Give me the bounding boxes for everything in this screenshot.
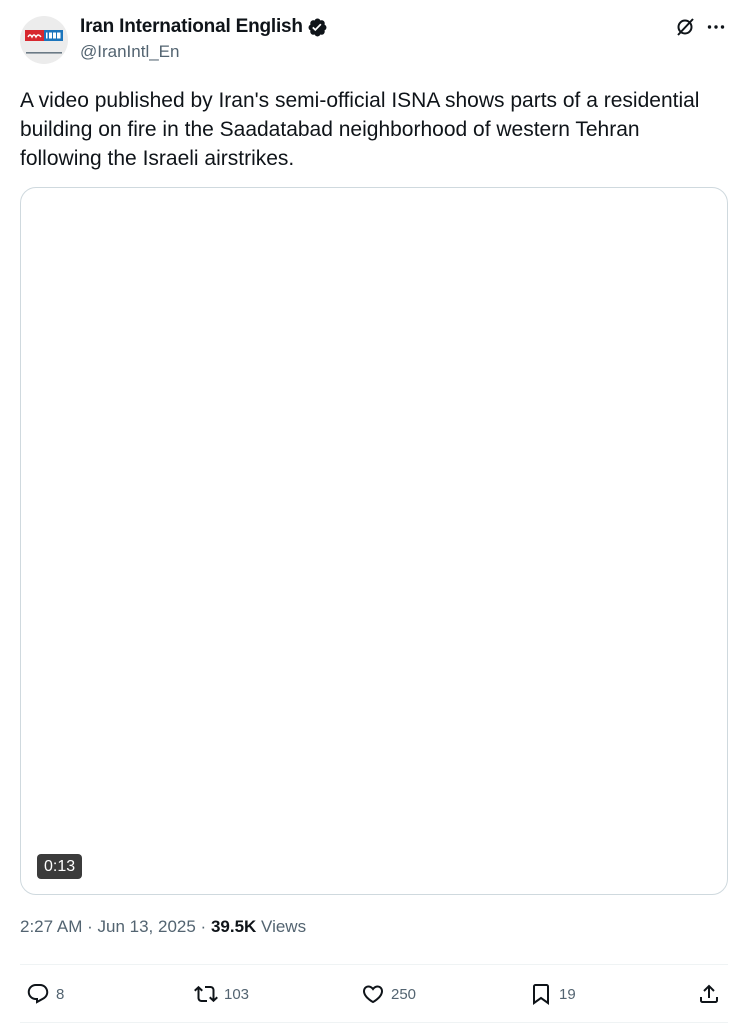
views-label: Views [261,917,307,936]
logo-red-block [25,30,44,41]
action-bar: 8 103 250 19 [20,966,728,1022]
share-icon [697,982,721,1006]
reply-count: 8 [56,985,65,1003]
iran-international-logo [25,30,63,54]
repost-count: 103 [224,985,250,1003]
tweet: Iran International English @IranIntl_En … [0,0,748,1024]
reply-button[interactable]: 8 [26,982,64,1006]
video-player[interactable]: 0:13 [20,187,728,895]
bookmark-count: 19 [559,985,576,1003]
share-button[interactable] [697,982,721,1006]
repost-icon [194,982,218,1006]
reply-icon [26,982,50,1006]
tweet-date[interactable]: Jun 13, 2025 [98,917,196,936]
author-display-name[interactable]: Iran International English [80,16,303,38]
video-duration-badge: 0:13 [37,854,83,879]
bookmark-button[interactable]: 19 [529,982,576,1006]
bookmark-icon [529,982,553,1006]
tweet-text: A video published by Iran's semi-officia… [20,89,700,170]
views-count: 39.5K [210,917,257,936]
divider [20,1022,728,1023]
repost-button[interactable]: 103 [194,982,249,1006]
like-count: 250 [391,985,417,1003]
logo-subtext [25,42,63,54]
meta-separator: · [87,917,98,936]
grok-icon[interactable] [674,16,696,38]
avatar[interactable] [20,16,68,64]
like-button[interactable]: 250 [361,982,416,1006]
more-options-icon[interactable] [705,16,727,38]
author-handle[interactable]: @IranIntl_En [80,42,179,62]
tweet-time[interactable]: 2:27 AM [20,917,82,936]
verified-badge-icon [307,17,328,38]
like-icon [361,982,385,1006]
logo-blue-block [44,30,63,41]
divider [20,964,728,965]
tweet-meta: 2:27 AM · Jun 13, 2025 · 39.5K Views [20,917,306,937]
meta-separator: · [200,917,211,936]
author-name-row[interactable]: Iran International English [80,15,328,39]
